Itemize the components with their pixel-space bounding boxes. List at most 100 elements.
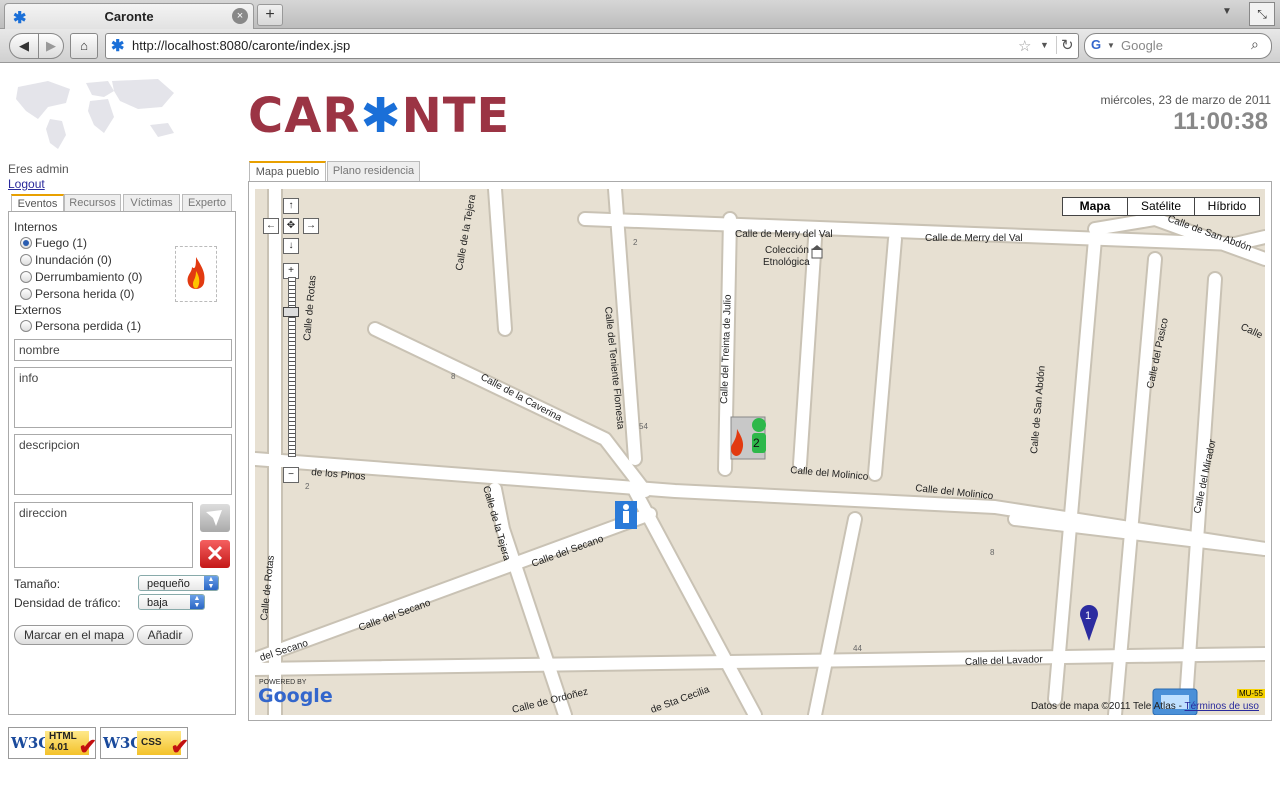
tamano-value: pequeño [147, 578, 190, 590]
street-label: Colección [765, 245, 809, 256]
google-logo[interactable]: Google [258, 685, 333, 707]
house-number: 8 [451, 372, 456, 381]
tab-victimas[interactable]: Víctimas [123, 194, 180, 211]
eventos-panel: Internos Fuego (1) Inundación (0) Derrum… [8, 211, 236, 715]
terms-link[interactable]: Términos de uso [1185, 701, 1259, 712]
left-tabs: Eventos Recursos Víctimas Experto [8, 194, 234, 213]
google-map[interactable]: Calle de Merry del Val Calle de Merry de… [255, 189, 1265, 715]
map-type-satelite[interactable]: Satélite [1127, 197, 1195, 216]
info-textarea[interactable]: info [14, 367, 232, 428]
zoom-slider[interactable] [288, 277, 296, 457]
pan-up-icon[interactable]: ↑ [283, 198, 299, 214]
pan-down-icon[interactable]: ↓ [283, 238, 299, 254]
forward-button[interactable]: ▶ [38, 33, 64, 59]
house-number: 2 [305, 482, 310, 491]
search-engine-dropdown-icon[interactable]: ▼ [1107, 41, 1115, 50]
event-persona-perdida-label[interactable]: Persona perdida (1) [35, 319, 141, 333]
check-icon: ✔ [78, 734, 97, 759]
check-icon: ✔ [170, 734, 189, 759]
event-persona-herida-label[interactable]: Persona herida (0) [35, 287, 134, 301]
tab-mapa-pueblo[interactable]: Mapa pueblo [249, 161, 326, 182]
tab-recursos[interactable]: Recursos [64, 194, 121, 211]
event-type-preview [175, 246, 217, 302]
radio-derrumbamiento[interactable] [20, 271, 32, 283]
externos-heading: Externos [14, 303, 62, 317]
logout-link[interactable]: Logout [8, 177, 45, 191]
new-tab-button[interactable]: + [257, 4, 283, 26]
radio-persona-herida[interactable] [20, 288, 32, 300]
house-number: 2 [633, 238, 638, 247]
direccion-textarea[interactable]: direccion [14, 502, 193, 568]
map-type-mapa[interactable]: Mapa [1062, 197, 1128, 216]
url-text[interactable]: http://localhost:8080/caronte/index.jsp [132, 38, 350, 53]
world-map-icon [16, 79, 174, 149]
map-pin-arrow-icon [206, 510, 222, 526]
browser-tab-bar: ✱ Caronte × + ▼ ⤡ [0, 0, 1280, 29]
radio-persona-perdida[interactable] [20, 320, 32, 332]
pan-center-icon[interactable]: ✥ [283, 218, 299, 234]
tab-experto[interactable]: Experto [182, 194, 232, 211]
clear-address-button[interactable]: ✕ [200, 540, 230, 568]
radio-fuego[interactable] [20, 237, 32, 249]
w3c-html-badge[interactable]: W3C HTML 4.01 ✔ [8, 727, 97, 759]
url-dropdown-icon[interactable]: ▼ [1040, 40, 1049, 50]
reload-icon[interactable]: ↻ [1056, 36, 1074, 54]
locate-on-map-button[interactable] [200, 504, 230, 532]
bookmark-star-icon[interactable]: ☆ [1018, 37, 1031, 55]
back-button[interactable]: ◀ [9, 33, 39, 59]
cluster-count: 2 [753, 436, 760, 450]
current-date: miércoles, 23 de marzo de 2011 [1100, 93, 1271, 107]
house-number: 54 [639, 422, 648, 431]
street-label: Calle [1239, 322, 1265, 342]
search-bar[interactable]: G ▼ Google ⌕ [1084, 33, 1272, 59]
browser-tab[interactable]: ✱ Caronte × [4, 3, 254, 29]
road-shield: MU-55 [1236, 689, 1265, 698]
event-fuego-label[interactable]: Fuego (1) [35, 236, 87, 250]
lost-person-marker[interactable] [615, 501, 637, 529]
radio-inundacion[interactable] [20, 254, 32, 266]
event-derrumbamiento-label[interactable]: Derrumbamiento (0) [35, 270, 142, 284]
street-label: Calle de Merry del Val [925, 233, 1023, 244]
zoom-slider-handle[interactable] [283, 307, 299, 317]
google-search-icon[interactable]: G [1091, 37, 1101, 52]
tab-list-icon[interactable]: ▼ [1222, 6, 1232, 17]
badge-line2: 4.01 [49, 742, 69, 753]
street-label: Calle de San Abdón [1029, 365, 1048, 454]
house-number: 44 [853, 644, 862, 653]
fire-icon [187, 257, 205, 289]
fullscreen-icon[interactable]: ⤡ [1249, 2, 1275, 26]
densidad-label: Densidad de tráfico: [14, 596, 121, 610]
home-button[interactable]: ⌂ [70, 33, 98, 59]
densidad-select[interactable]: baja ▲ ▼ [138, 594, 205, 610]
house-number: 8 [990, 548, 995, 557]
pan-right-icon[interactable]: → [303, 218, 319, 234]
caronte-logo: CAR✱NTE [248, 88, 510, 144]
marcar-en-el-mapa-button[interactable]: Marcar en el mapa [14, 625, 134, 645]
street-label: de Sta Cecilia [649, 684, 711, 715]
tab-plano-residencia[interactable]: Plano residencia [327, 161, 420, 181]
map-type-hibrido[interactable]: Híbrido [1194, 197, 1260, 216]
descripcion-textarea[interactable]: descripcion [14, 434, 232, 495]
fire-event-marker[interactable] [730, 416, 766, 460]
site-icon: ✱ [111, 38, 125, 55]
event-inundacion-label[interactable]: Inundación (0) [35, 253, 112, 267]
densidad-value: baja [147, 597, 168, 609]
nombre-input[interactable]: nombre [14, 339, 232, 361]
logo-text-start: CAR [248, 88, 361, 144]
pin-number: 1 [1085, 610, 1091, 622]
pan-left-icon[interactable]: ← [263, 218, 279, 234]
current-time: 11:00:38 [1173, 108, 1268, 135]
browser-toolbar: ◀ ▶ ⌂ ✱ http://localhost:8080/caronte/in… [0, 29, 1280, 63]
street-label: Calle del Molinico [790, 465, 869, 483]
url-bar[interactable]: ✱ http://localhost:8080/caronte/index.js… [105, 33, 1079, 59]
anadir-button[interactable]: Añadir [137, 625, 193, 645]
tamano-select[interactable]: pequeño ▲ ▼ [138, 575, 219, 591]
zoom-out-icon[interactable]: − [283, 467, 299, 483]
street-label: Calle de la Caverina [479, 372, 564, 424]
street-label: Calle de Merry del Val [735, 229, 833, 240]
w3c-css-badge[interactable]: W3C CSS ✔ [100, 727, 189, 759]
magnifier-icon[interactable]: ⌕ [1251, 36, 1259, 53]
close-tab-icon[interactable]: × [232, 8, 248, 24]
street-label: Calle de Rotas [302, 275, 319, 341]
search-input[interactable]: Google [1121, 38, 1163, 53]
